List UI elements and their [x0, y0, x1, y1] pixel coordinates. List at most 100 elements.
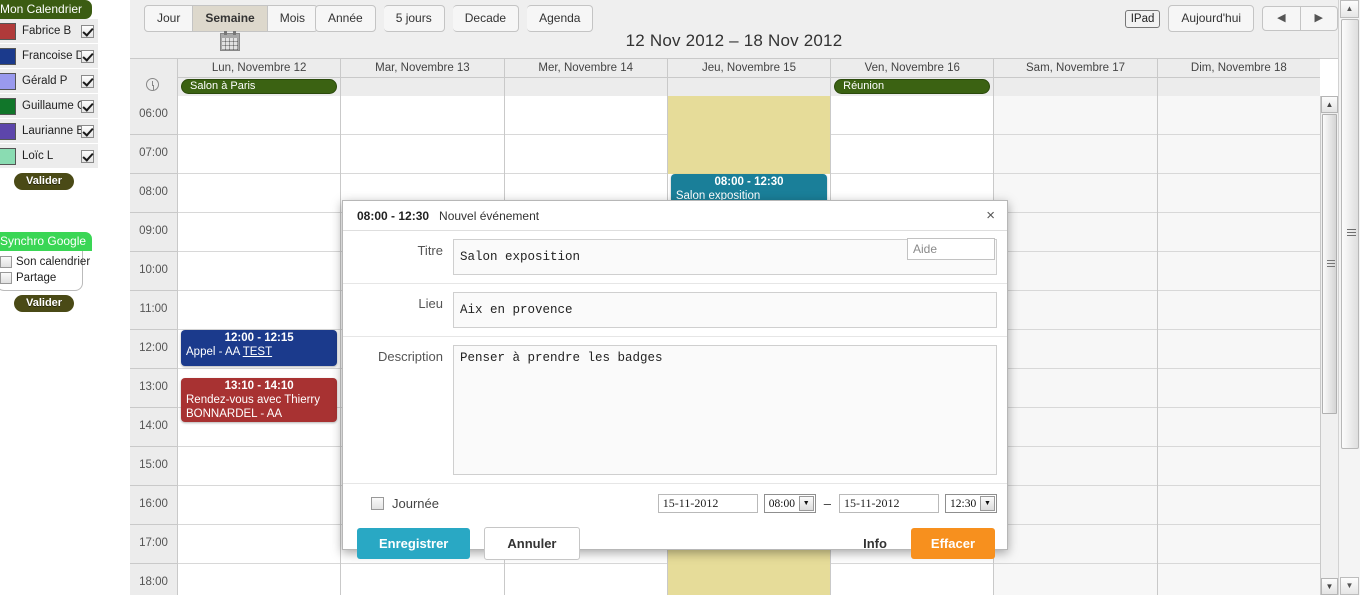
sync-option-checkbox[interactable] — [0, 272, 12, 284]
end-time-select[interactable]: 12:30 ▼ — [945, 494, 997, 513]
time-slot[interactable] — [505, 564, 667, 595]
calendar-visibility-checkbox[interactable] — [81, 49, 94, 63]
calendar-list-item[interactable]: Guillaume G — [0, 94, 98, 119]
calendar-visibility-checkbox[interactable] — [81, 149, 94, 163]
description-input[interactable]: Penser à prendre les badges — [453, 345, 997, 475]
view-tab-semaine[interactable]: Semaine — [193, 5, 268, 32]
time-slot[interactable] — [341, 564, 503, 595]
view-tab-agenda[interactable]: Agenda — [527, 5, 594, 32]
prev-period-button[interactable]: ◀ — [1262, 6, 1301, 31]
time-slot[interactable] — [831, 135, 994, 174]
time-slot[interactable] — [994, 486, 1157, 525]
start-date-input[interactable] — [657, 494, 758, 513]
time-slot[interactable] — [994, 408, 1157, 447]
time-slot[interactable] — [667, 96, 831, 135]
time-slot[interactable] — [1157, 447, 1320, 486]
time-slot[interactable] — [504, 96, 667, 135]
all-day-event[interactable]: Salon à Paris — [181, 79, 338, 94]
time-slot[interactable] — [1157, 252, 1320, 291]
time-slot[interactable] — [994, 96, 1157, 135]
sync-option-checkbox[interactable] — [0, 256, 12, 268]
page-scroll-down-arrow[interactable]: ▼ — [1340, 577, 1359, 595]
calendar-list-item[interactable]: Laurianne B — [0, 119, 98, 144]
time-slot[interactable] — [1158, 564, 1320, 595]
time-slot[interactable] — [341, 96, 504, 135]
calendar-vertical-scrollbar[interactable]: ▲ ▼ — [1320, 96, 1338, 595]
time-slot[interactable] — [994, 564, 1156, 595]
erase-button[interactable]: Effacer — [910, 528, 995, 559]
time-slot[interactable] — [1157, 486, 1320, 525]
time-slot[interactable] — [994, 330, 1157, 369]
page-vertical-scrollbar[interactable]: ▲ ▼ — [1338, 0, 1360, 595]
time-slot[interactable] — [178, 486, 341, 525]
time-slot[interactable] — [178, 135, 341, 174]
time-slot[interactable] — [668, 564, 830, 595]
calendar-list-item[interactable]: Gérald P — [0, 69, 98, 94]
allday-checkbox[interactable] — [371, 497, 384, 510]
sync-validate-button[interactable]: Valider — [14, 295, 75, 312]
start-time-select[interactable]: 08:00 ▼ — [763, 494, 816, 513]
calendar-list-item[interactable]: Fabrice B — [0, 19, 98, 44]
time-slot[interactable] — [178, 525, 341, 564]
time-slot[interactable] — [994, 213, 1157, 252]
time-slot[interactable] — [178, 564, 340, 595]
time-slot[interactable] — [994, 525, 1157, 564]
cancel-button[interactable]: Annuler — [484, 527, 580, 560]
calendar-list-item[interactable]: Loïc L — [0, 144, 98, 169]
time-slot[interactable] — [1157, 330, 1320, 369]
time-slot[interactable] — [667, 135, 831, 174]
time-slot[interactable] — [994, 291, 1157, 330]
time-slot[interactable] — [1157, 408, 1320, 447]
scroll-down-arrow[interactable]: ▼ — [1321, 578, 1338, 595]
time-slot[interactable] — [1157, 213, 1320, 252]
scroll-up-arrow[interactable]: ▲ — [1321, 96, 1338, 113]
day-column[interactable] — [1157, 96, 1320, 595]
help-button[interactable]: Aide — [907, 238, 995, 260]
ipad-button[interactable]: IPad — [1124, 9, 1161, 28]
calendar-list-item[interactable]: Francoise D — [0, 44, 98, 69]
all-day-zone[interactable]: Réunion — [831, 78, 993, 95]
view-tab-5-jours[interactable]: 5 jours — [383, 5, 445, 32]
time-slot[interactable] — [1157, 525, 1320, 564]
location-input[interactable] — [453, 292, 997, 328]
all-day-zone[interactable] — [668, 78, 830, 95]
all-day-zone[interactable] — [1158, 78, 1320, 95]
day-column[interactable]: 12:00 - 12:15 Appel - AA TEST 13:10 - 14:1… — [178, 96, 342, 595]
time-slot[interactable] — [178, 252, 341, 291]
time-slot[interactable] — [1157, 291, 1320, 330]
view-tab-mois[interactable]: Mois — [267, 5, 319, 32]
time-slot[interactable] — [1157, 369, 1320, 408]
view-tab-jour[interactable]: Jour — [144, 5, 194, 32]
time-slot[interactable] — [504, 135, 667, 174]
time-slot[interactable] — [994, 174, 1157, 213]
calendars-validate-button[interactable]: Valider — [14, 173, 75, 190]
info-button[interactable]: Info — [863, 536, 911, 551]
time-slot[interactable] — [178, 213, 341, 252]
end-date-input[interactable] — [839, 494, 939, 513]
time-slot[interactable] — [1157, 174, 1320, 213]
all-day-event[interactable]: Réunion — [834, 79, 991, 94]
time-slot[interactable] — [831, 96, 994, 135]
time-slot[interactable] — [994, 447, 1157, 486]
calendar-event[interactable]: 12:00 - 12:15 Appel - AA TEST — [181, 330, 338, 366]
calendar-visibility-checkbox[interactable] — [81, 99, 94, 113]
page-scroll-up-arrow[interactable]: ▲ — [1340, 0, 1359, 18]
sync-option-item[interactable]: Partage — [0, 270, 82, 286]
scroll-thumb[interactable] — [1322, 114, 1337, 414]
calendar-event[interactable]: 13:10 - 14:10 Rendez-vous avec Thierry BO… — [181, 378, 338, 422]
time-slot[interactable] — [1157, 96, 1320, 135]
time-slot[interactable] — [178, 96, 341, 135]
save-button[interactable]: Enregistrer — [357, 528, 471, 559]
day-column[interactable] — [994, 96, 1158, 595]
sync-option-item[interactable]: Son calendrier — [0, 254, 90, 270]
time-slot[interactable] — [831, 564, 993, 595]
calendar-visibility-checkbox[interactable] — [81, 124, 94, 138]
time-slot[interactable] — [178, 447, 341, 486]
today-button[interactable]: Aujourd'hui — [1168, 5, 1255, 32]
time-slot[interactable] — [994, 135, 1157, 174]
all-day-zone[interactable]: Salon à Paris — [178, 78, 340, 95]
all-day-zone[interactable] — [505, 78, 667, 95]
all-day-zone[interactable] — [994, 78, 1156, 95]
close-icon[interactable]: × — [984, 208, 997, 223]
time-slot[interactable] — [994, 369, 1157, 408]
